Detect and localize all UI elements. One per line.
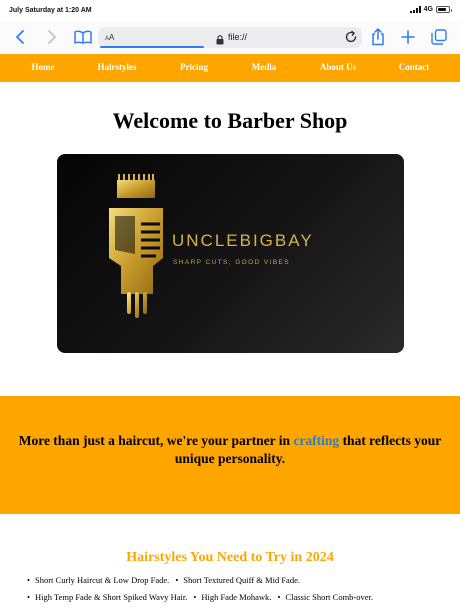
clipper-icon: [109, 174, 163, 318]
battery-icon: [436, 6, 452, 13]
list-item: High Fade Mohawk.: [193, 593, 271, 602]
lock-icon: [216, 32, 224, 50]
status-bar: July Saturday at 1:20 AM 4G: [0, 0, 460, 22]
nav-about-us[interactable]: About Us: [320, 62, 356, 72]
hairstyles-list: Short Curly Haircut & Low Drop Fade. Sho…: [27, 576, 447, 610]
list-item: Classic Short Comb-over.: [277, 593, 373, 602]
reload-icon[interactable]: [344, 30, 358, 49]
back-icon[interactable]: [10, 26, 32, 48]
crafting-link[interactable]: crafting: [293, 433, 339, 448]
share-icon[interactable]: [367, 26, 389, 48]
url-text: file://: [228, 32, 248, 42]
hairstyles-row: Short Curly Haircut & Low Drop Fade. Sho…: [27, 576, 447, 585]
load-progress: [100, 46, 204, 48]
brand-name: UNCLEBIGBAY: [172, 231, 314, 250]
tabs-icon[interactable]: [428, 26, 450, 48]
status-time: July Saturday at 1:20 AM: [9, 7, 92, 14]
nav-pricing[interactable]: Pricing: [180, 62, 208, 72]
nav-hairstyles[interactable]: Hairstyles: [98, 62, 137, 72]
battery-level: [438, 8, 446, 11]
hairstyles-row: High Temp Fade & Short Spiked Wavy Hair.…: [27, 593, 447, 602]
address-bar[interactable]: AAAA file://: [98, 27, 362, 48]
forward-icon[interactable]: [40, 26, 62, 48]
page-title: Welcome to Barber Shop: [112, 108, 348, 133]
banner-text-start: More than just a haircut, we're your par…: [18, 433, 294, 448]
nav-home[interactable]: Home: [32, 62, 55, 72]
list-item: Short Curly Haircut & Low Drop Fade.: [27, 576, 169, 585]
browser-toolbar: AAAA file://: [0, 22, 460, 54]
text-size-button[interactable]: AAAA: [105, 33, 114, 42]
logo-image: UNCLEBIGBAY SHARP CUTS, GOOD VIBES: [57, 154, 404, 353]
new-tab-icon[interactable]: [397, 26, 419, 48]
hairstyles-title: Hairstyles You Need to Try in 2024: [126, 550, 334, 565]
bookmarks-icon[interactable]: [72, 26, 94, 48]
status-indicators: 4G: [409, 6, 452, 13]
tagline-banner: More than just a haircut, we're your par…: [0, 396, 460, 514]
nav-contact[interactable]: Contact: [399, 62, 430, 72]
network-label: 4G: [423, 6, 433, 13]
signal-icon: [409, 6, 421, 13]
list-item: High Temp Fade & Short Spiked Wavy Hair.: [27, 593, 187, 602]
banner-text: More than just a haircut, we're your par…: [0, 432, 460, 468]
brand-tagline: SHARP CUTS, GOOD VIBES: [173, 259, 291, 266]
list-item: Short Textured Quiff & Mid Fade.: [175, 576, 300, 585]
nav-media[interactable]: Media: [252, 62, 277, 72]
site-nav: Home Hairstyles Pricing Media About Us C…: [0, 54, 460, 82]
